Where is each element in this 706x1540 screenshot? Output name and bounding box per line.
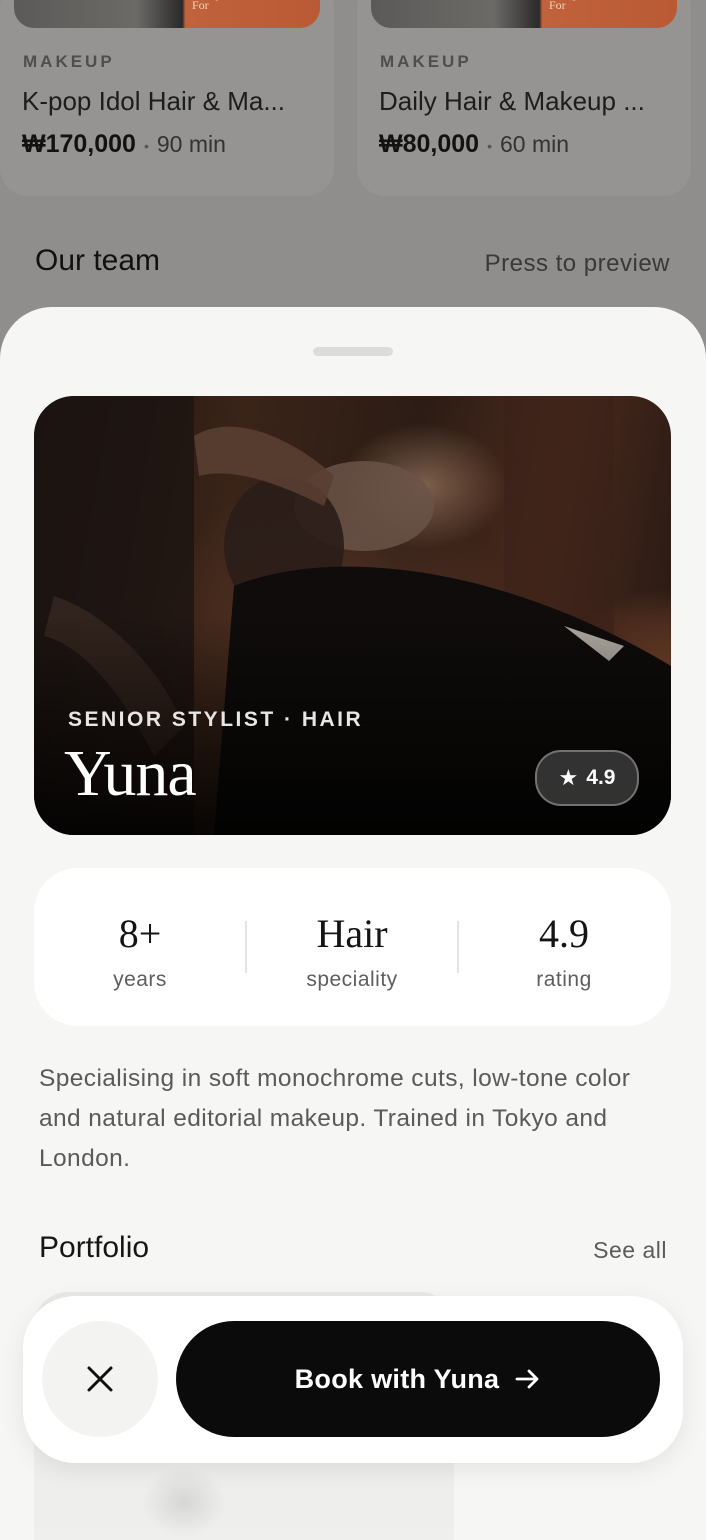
service-duration: 60 min [499,131,570,157]
stat-value: Hair [316,911,388,956]
team-section-title: Our team [35,244,161,277]
close-icon [87,1366,113,1392]
thumbnail-magazine-text: The 100 Best Compa... to Work For [549,0,566,12]
service-price: ₩170,000 [22,130,136,158]
rating-value: 4.9 [586,766,616,789]
service-price: ₩80,000 [379,130,480,158]
stylist-bio: Specialising in soft monochrome cuts, lo… [39,1065,631,1172]
service-thumbnail: The 100 Best Compa... to Work For [371,0,677,28]
service-meta: ₩80,000 • 60 min [379,130,569,159]
service-duration: 90 min [156,131,226,157]
service-name: K-pop Idol Hair & Ma... [22,86,285,116]
stat-label: speciality [306,968,398,991]
stat-value: 4.9 [539,911,589,956]
separator-dot: • [487,137,492,154]
sheet-drag-handle[interactable] [313,347,393,356]
booking-action-bar: Book with Yuna [23,1296,683,1463]
stat-label: rating [536,968,592,991]
stylist-hero-card: SENIOR STYLIST · HAIR Yuna ★ 4.9 [34,396,671,835]
service-card[interactable]: The 100 Best Compa... to Work For MAKEUP… [357,0,691,196]
service-category: MAKEUP [23,52,115,71]
arrow-right-icon [515,1369,539,1389]
see-all-link[interactable]: See all [593,1237,667,1264]
star-icon: ★ [558,765,579,790]
service-name: Daily Hair & Makeup ... [379,86,645,116]
separator-dot: • [143,137,149,154]
background-page: The 100 Best Compa... to Work For MAKEUP… [0,0,706,330]
close-button[interactable] [42,1321,158,1437]
stylist-name: Yuna [64,737,197,810]
stat-speciality: Hair speciality [246,868,458,1026]
book-button[interactable]: Book with Yuna [176,1321,660,1437]
stat-label: years [113,968,167,991]
service-category: MAKEUP [380,52,472,71]
stylist-role: SENIOR STYLIST · HAIR [68,708,364,731]
stats-card: 8+ years Hair speciality 4.9 rating [34,868,671,1026]
stat-years: 8+ years [34,868,246,1026]
book-button-label: Book with Yuna [294,1363,500,1394]
stat-value: 8+ [118,911,162,956]
rating-badge: ★ 4.9 [535,750,639,806]
team-preview-hint: Press to preview [484,250,670,277]
service-meta: ₩170,000 • 90 min [22,130,226,159]
thumbnail-magazine-text: The 100 Best Compa... to Work For [192,0,209,12]
portfolio-title: Portfolio [39,1231,150,1264]
service-card[interactable]: The 100 Best Compa... to Work For MAKEUP… [0,0,334,196]
service-thumbnail: The 100 Best Compa... to Work For [14,0,320,28]
stat-rating: 4.9 rating [458,868,670,1026]
